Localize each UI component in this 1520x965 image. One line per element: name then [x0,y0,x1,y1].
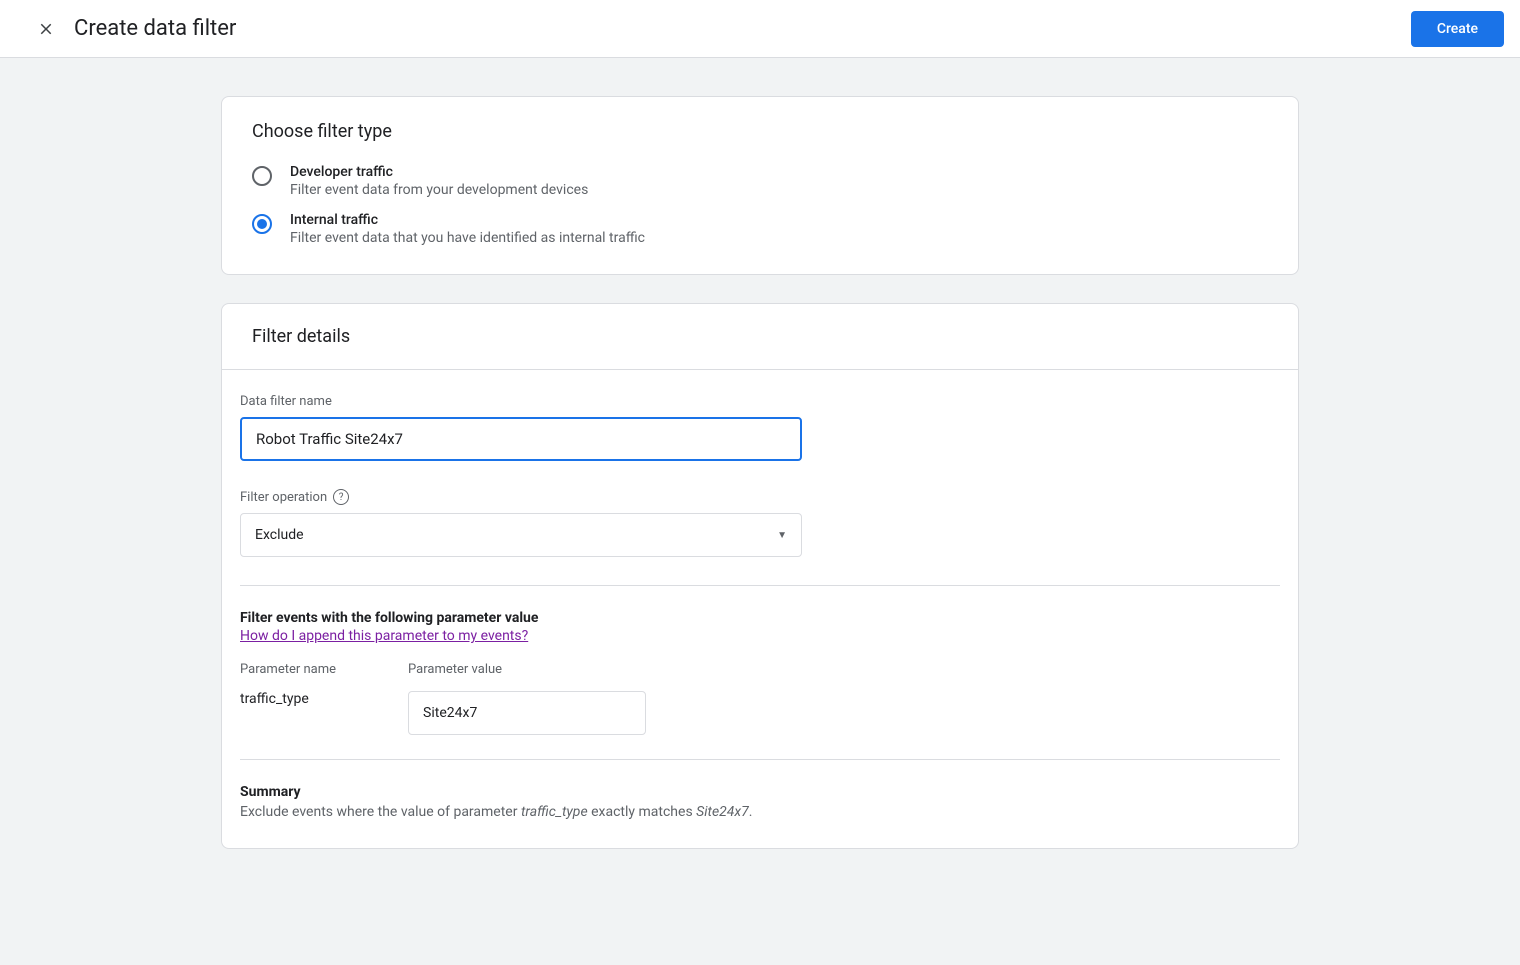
summary-param: traffic_type [521,804,588,820]
radio-icon [252,214,272,234]
help-icon[interactable]: ? [333,489,349,505]
create-button[interactable]: Create [1411,11,1504,47]
param-name-label: Parameter name [240,662,336,677]
content-area: Choose filter type Developer traffic Fil… [221,96,1299,917]
summary-val: Site24x7 [696,804,749,820]
filter-details-card: Filter details Data filter name Filter o… [221,303,1299,849]
summary-section: Summary Exclude events where the value o… [240,784,1280,820]
operation-label-text: Filter operation [240,490,327,505]
radio-label-group: Internal traffic Filter event data that … [290,212,645,246]
operation-select-wrap: Exclude ▼ [240,513,802,557]
param-name-col: Parameter name traffic_type [240,662,336,707]
radio-icon [252,166,272,186]
radio-title: Internal traffic [290,212,645,228]
parameter-value-input[interactable] [408,691,646,735]
summary-heading: Summary [240,784,1280,800]
summary-mid: exactly matches [588,804,697,820]
operation-field-block: Filter operation ? Exclude ▼ [240,489,1280,557]
param-name-value: traffic_type [240,691,336,707]
radio-label-group: Developer traffic Filter event data from… [290,164,588,198]
dialog-header: Create data filter Create [0,0,1520,58]
radio-desc: Filter event data from your development … [290,182,588,198]
filter-details-body: Data filter name Filter operation ? Excl… [222,370,1298,848]
divider [240,585,1280,586]
filter-operation-select[interactable]: Exclude ▼ [240,513,802,557]
radio-desc: Filter event data that you have identifi… [290,230,645,246]
chevron-down-icon: ▼ [777,530,787,541]
summary-suffix: . [749,804,753,820]
radio-title: Developer traffic [290,164,588,180]
header-left: Create data filter [36,16,236,41]
summary-prefix: Exclude events where the value of parame… [240,804,521,820]
filter-details-heading: Filter details [252,326,1268,347]
data-filter-name-input[interactable] [240,417,802,461]
divider [240,759,1280,760]
select-value: Exclude [255,527,304,543]
name-field-label: Data filter name [240,394,1280,409]
filter-events-section: Filter events with the following paramet… [240,610,1280,735]
radio-developer-traffic[interactable]: Developer traffic Filter event data from… [252,164,1268,198]
summary-text: Exclude events where the value of parame… [240,804,1280,820]
filter-events-heading: Filter events with the following paramet… [240,610,1280,626]
dialog-title: Create data filter [74,16,236,41]
param-value-col: Parameter value [408,662,646,735]
operation-field-label: Filter operation ? [240,489,1280,505]
append-parameter-help-link[interactable]: How do I append this parameter to my eve… [240,628,528,644]
filter-type-heading: Choose filter type [252,121,1268,142]
param-value-label: Parameter value [408,662,646,677]
parameter-row: Parameter name traffic_type Parameter va… [240,662,1280,735]
close-icon[interactable] [36,19,56,39]
filter-type-card: Choose filter type Developer traffic Fil… [221,96,1299,275]
name-field-block: Data filter name [240,394,1280,461]
filter-details-header: Filter details [222,304,1298,370]
radio-internal-traffic[interactable]: Internal traffic Filter event data that … [252,212,1268,246]
